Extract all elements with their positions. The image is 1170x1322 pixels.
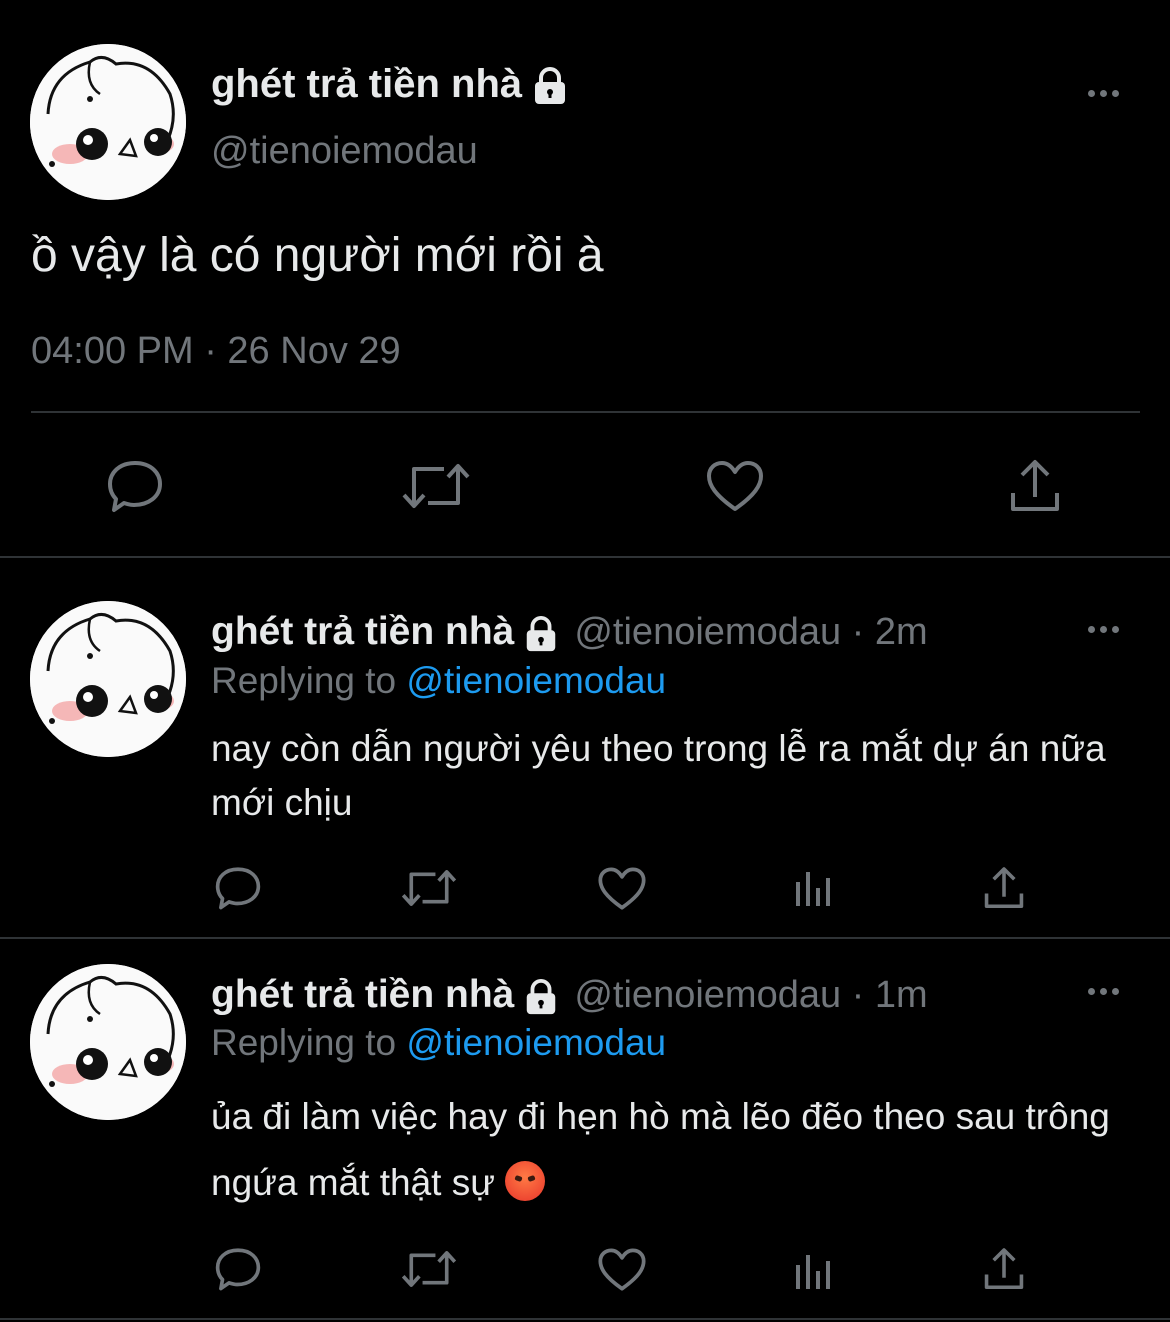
handle[interactable]: @tienoiemodau [574, 611, 841, 653]
reply-text: nay còn dẫn người yêu theo trong lễ ra m… [211, 728, 1106, 823]
avatar[interactable] [30, 964, 186, 1120]
analytics-icon [796, 1255, 830, 1289]
like-button[interactable] [594, 1243, 650, 1295]
mention-link[interactable]: @tienoiemodau [406, 1022, 666, 1063]
more-options-icon[interactable] [1088, 988, 1119, 995]
reply-button[interactable] [210, 862, 266, 914]
divider [31, 411, 1140, 413]
lock-icon [527, 615, 556, 652]
tweet-text: ồ vậy là có người mới rồi à [31, 229, 604, 282]
analytics-icon [796, 872, 830, 906]
more-options-icon[interactable] [1088, 626, 1119, 633]
retweet-icon [402, 464, 470, 508]
like-button[interactable] [700, 455, 770, 517]
share-icon [1011, 460, 1059, 511]
tweet-timestamp[interactable]: 04:00 PM · 26 Nov 29 [31, 330, 401, 373]
share-icon [984, 867, 1024, 909]
reply-button[interactable] [100, 455, 170, 517]
avatar-illustration [30, 601, 186, 757]
display-name[interactable]: ghét trả tiền nhà [211, 973, 514, 1016]
handle[interactable]: @tienoiemodau [574, 974, 841, 1016]
display-name[interactable]: ghét trả tiền nhà [211, 610, 514, 653]
reply-button[interactable] [210, 1243, 266, 1295]
angry-face-emoji [505, 1161, 546, 1201]
divider [0, 1318, 1170, 1320]
avatar[interactable] [30, 44, 186, 200]
reply-icon [108, 461, 162, 512]
analytics-button[interactable] [788, 862, 838, 914]
reply-icon [215, 1248, 261, 1291]
lock-icon [527, 978, 556, 1015]
analytics-button[interactable] [788, 1245, 838, 1297]
like-icon [598, 1247, 646, 1291]
share-icon [984, 1248, 1024, 1290]
reply-header: ghét trả tiền nhà @tienoiemodau · 1m [211, 973, 928, 1017]
avatar[interactable] [30, 601, 186, 757]
display-name[interactable]: ghét trả tiền nhà [211, 62, 570, 107]
share-button[interactable] [1000, 455, 1070, 517]
relative-time[interactable]: · 2m [852, 611, 928, 653]
like-icon [707, 461, 763, 511]
replying-to: Replying to @tienoiemodau [211, 1022, 667, 1063]
retweet-button[interactable] [398, 862, 460, 914]
replying-to: Replying to @tienoiemodau [211, 660, 667, 701]
avatar-illustration [30, 44, 186, 200]
handle[interactable]: @tienoiemodau [211, 130, 478, 173]
relative-time[interactable]: · 1m [852, 974, 928, 1016]
reply-text: ủa đi làm việc hay đi hẹn hò mà lẽo đẽo … [211, 1096, 1110, 1203]
share-button[interactable] [978, 862, 1030, 914]
avatar-illustration [30, 964, 186, 1120]
lock-icon [535, 67, 566, 105]
retweet-icon [401, 870, 457, 906]
retweet-button[interactable] [398, 1243, 460, 1295]
divider [0, 556, 1170, 558]
like-button[interactable] [594, 862, 650, 914]
divider [0, 937, 1170, 939]
more-options-icon[interactable] [1088, 90, 1119, 97]
reply-header: ghét trả tiền nhà @tienoiemodau · 2m [211, 610, 928, 654]
retweet-button[interactable] [398, 455, 474, 517]
share-button[interactable] [978, 1243, 1030, 1295]
like-icon [598, 866, 646, 910]
reply-icon [215, 867, 261, 910]
mention-link[interactable]: @tienoiemodau [406, 660, 666, 701]
retweet-icon [401, 1251, 457, 1287]
